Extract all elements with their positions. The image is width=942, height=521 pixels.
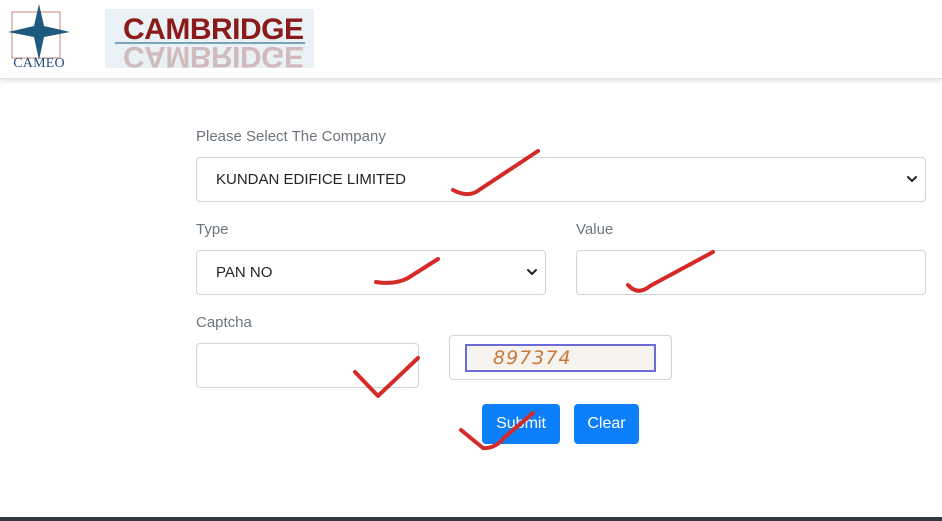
type-label: Type <box>196 221 229 238</box>
cambridge-logo-reflection: CAMBRIDGE <box>123 40 304 68</box>
header-bar: CAMEO CAMBRIDGE CAMBRIDGE <box>0 0 942 79</box>
type-select[interactable]: PAN NO <box>196 250 546 295</box>
captcha-label: Captcha <box>196 314 252 331</box>
footer-bar <box>0 517 942 521</box>
company-select-value: KUNDAN EDIFICE LIMITED <box>216 171 407 188</box>
captcha-input[interactable] <box>196 343 419 388</box>
page: CAMEO CAMBRIDGE CAMBRIDGE Please Select … <box>0 0 942 521</box>
chevron-down-icon <box>527 269 537 275</box>
company-label: Please Select The Company <box>196 128 386 145</box>
clear-button[interactable]: Clear <box>574 404 639 444</box>
company-select[interactable]: KUNDAN EDIFICE LIMITED <box>196 157 926 202</box>
captcha-image: 897374 <box>465 344 656 372</box>
type-select-value: PAN NO <box>216 264 273 281</box>
captcha-image-frame: 897374 <box>449 335 672 380</box>
value-input[interactable] <box>576 250 926 295</box>
cameo-logo-text: CAMEO <box>13 56 65 71</box>
cameo-star-icon <box>8 4 70 60</box>
cambridge-logo: CAMBRIDGE CAMBRIDGE <box>105 9 314 68</box>
submit-button[interactable]: Submit <box>482 404 560 444</box>
value-label: Value <box>576 221 614 238</box>
chevron-down-icon <box>907 176 917 182</box>
captcha-code: 897374 <box>493 347 572 369</box>
